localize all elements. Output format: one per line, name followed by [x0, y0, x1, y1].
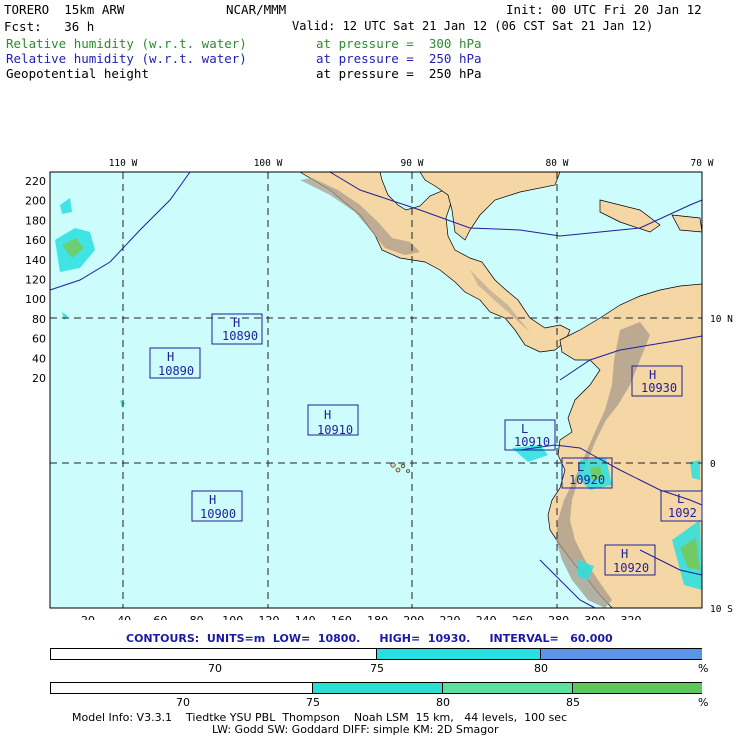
svg-text:H: H — [209, 493, 216, 507]
field-3-name: Geopotential height — [6, 66, 149, 81]
x-tick-label: 240 — [476, 614, 497, 620]
colorbar1-unit: % — [698, 662, 709, 675]
svg-text:H: H — [649, 368, 656, 382]
svg-text:L: L — [577, 460, 584, 474]
svg-text:1092: 1092 — [668, 506, 697, 520]
x-tick-label: 300 — [584, 614, 605, 620]
lat-label: 0 — [710, 459, 716, 470]
lat-label: 10 N — [710, 314, 733, 325]
y-tick-label: 200 — [25, 195, 46, 208]
svg-text:H: H — [233, 316, 240, 330]
colorbar-segment — [540, 649, 702, 659]
field-1-level: at pressure = 300 hPa — [316, 36, 482, 51]
svg-text:10890: 10890 — [158, 364, 194, 378]
svg-text:10910: 10910 — [514, 435, 550, 449]
svg-text:H: H — [621, 547, 628, 561]
colorbar-segment — [376, 649, 541, 659]
lon-label: 90 W — [401, 158, 424, 169]
organization: NCAR/MMM — [226, 2, 287, 17]
y-tick-label: 20 — [32, 372, 46, 385]
x-tick-label: 20 — [81, 614, 95, 620]
x-tick-label: 140 — [295, 614, 316, 620]
svg-text:L: L — [677, 492, 684, 506]
x-tick-label: 200 — [403, 614, 424, 620]
lon-label: 110 W — [109, 158, 138, 169]
colorbar2-tick: 75 — [306, 696, 320, 709]
colorbar1-tick: 80 — [534, 662, 548, 675]
model-physics: LW: Godd SW: Goddard DIFF: simple KM: 2D… — [212, 723, 499, 736]
forecast-hour: Fcst: 36 h — [4, 19, 95, 34]
init-time: Init: 00 UTC Fri 20 Jan 12 — [506, 2, 702, 17]
colorbar-250hpa — [50, 648, 702, 660]
svg-text:10890: 10890 — [222, 329, 258, 343]
weather-map: H 10890 H 10890 H 10910 H 10900 L 10910 … — [25, 158, 733, 620]
y-tick-label: 180 — [25, 214, 46, 227]
x-tick-label: 260 — [512, 614, 533, 620]
y-tick-label: 40 — [32, 352, 46, 365]
x-tick-label: 120 — [259, 614, 280, 620]
colorbar2-tick: 70 — [176, 696, 190, 709]
y-tick-label: 100 — [25, 293, 46, 306]
colorbar2-tick: 80 — [436, 696, 450, 709]
y-tick-label: 140 — [25, 254, 46, 267]
field-1-name: Relative humidity (w.r.t. water) — [6, 36, 247, 51]
model-name: TORERO 15km ARW — [4, 2, 125, 17]
colorbar1-tick: 75 — [370, 662, 384, 675]
colorbar-segment — [51, 649, 376, 659]
x-tick-label: 220 — [440, 614, 461, 620]
y-tick-label: 220 — [25, 175, 46, 188]
svg-text:10920: 10920 — [613, 561, 649, 575]
lon-label: 100 W — [254, 158, 283, 169]
x-tick-label: 80 — [190, 614, 204, 620]
latitude-labels: 10 N 0 10 S — [710, 314, 733, 615]
svg-text:10930: 10930 — [641, 381, 677, 395]
field-2-level: at pressure = 250 hPa — [316, 51, 482, 66]
colorbar-segment — [442, 683, 573, 693]
x-tick-label: 280 — [548, 614, 569, 620]
valid-time: Valid: 12 UTC Sat 21 Jan 12 (06 CST Sat … — [292, 19, 654, 33]
x-tick-label: 320 — [621, 614, 642, 620]
svg-text:L: L — [521, 422, 528, 436]
x-tick-label: 180 — [367, 614, 388, 620]
y-tick-label: 160 — [25, 234, 46, 247]
lat-label: 10 S — [710, 604, 733, 615]
x-tick-label: 60 — [153, 614, 167, 620]
lon-label: 80 W — [546, 158, 569, 169]
y-axis-ticks: 220 200 180 160 140 120 100 80 60 40 20 — [25, 175, 46, 385]
svg-text:10910: 10910 — [317, 423, 353, 437]
colorbar2-unit: % — [698, 696, 709, 709]
y-tick-label: 80 — [32, 313, 46, 326]
colorbar-300hpa — [50, 682, 702, 694]
x-tick-label: 160 — [331, 614, 352, 620]
svg-text:10920: 10920 — [569, 473, 605, 487]
x-axis-ticks: 20 40 60 80 100 120 140 160 180 200 220 240 260 280 30… — [81, 614, 642, 620]
colorbar2-tick: 85 — [566, 696, 580, 709]
svg-text:H: H — [324, 408, 331, 422]
svg-text:H: H — [167, 350, 174, 364]
y-tick-label: 120 — [25, 274, 46, 287]
colorbar-segment — [312, 683, 443, 693]
colorbar1-tick: 70 — [208, 662, 222, 675]
longitude-labels: 110 W 100 W 90 W 80 W 70 W — [109, 158, 714, 169]
x-tick-label: 100 — [222, 614, 243, 620]
svg-text:10900: 10900 — [200, 507, 236, 521]
x-tick-label: 40 — [117, 614, 131, 620]
colorbar-segment — [572, 683, 702, 693]
y-tick-label: 60 — [32, 333, 46, 346]
field-2-name: Relative humidity (w.r.t. water) — [6, 51, 247, 66]
contour-info: CONTOURS: UNITS=m LOW= 10800. HIGH= 1093… — [126, 632, 613, 645]
field-3-level: at pressure = 250 hPa — [316, 66, 482, 81]
lon-label: 70 W — [691, 158, 714, 169]
colorbar-segment — [51, 683, 312, 693]
